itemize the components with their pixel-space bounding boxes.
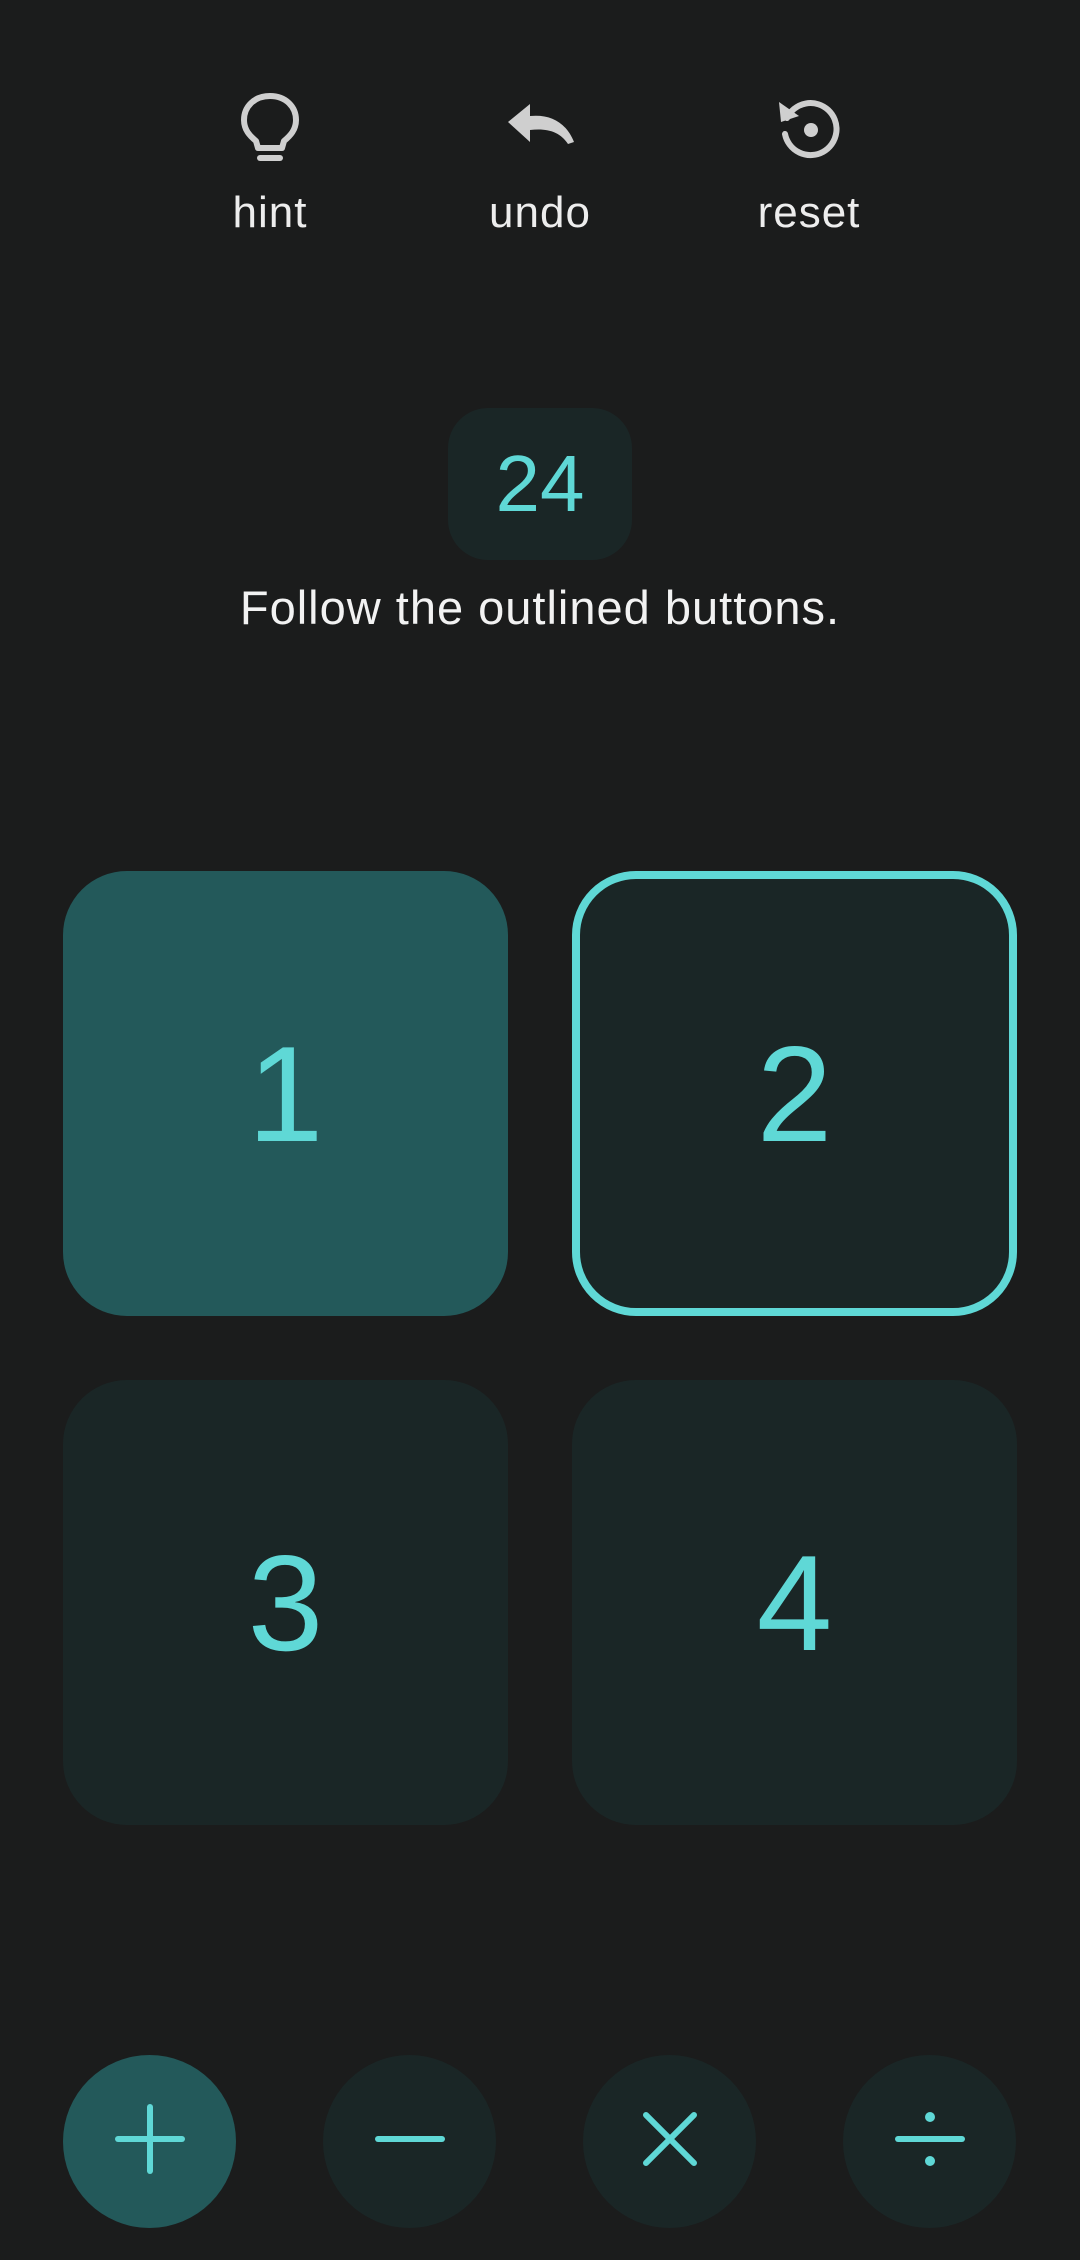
multiply-button[interactable] bbox=[583, 2055, 756, 2228]
number-tile-3[interactable]: 3 bbox=[63, 1380, 508, 1825]
multiply-icon bbox=[634, 2103, 706, 2180]
undo-label: undo bbox=[489, 188, 591, 237]
reset-label: reset bbox=[757, 188, 861, 237]
reset-button[interactable]: reset bbox=[709, 90, 909, 270]
target-value: 24 bbox=[448, 408, 632, 560]
reset-icon bbox=[771, 90, 847, 166]
number-tile-4[interactable]: 4 bbox=[572, 1380, 1017, 1825]
plus-icon bbox=[114, 2103, 186, 2180]
hint-button[interactable]: hint bbox=[170, 90, 370, 270]
number-tile-2[interactable]: 2 bbox=[572, 871, 1017, 1316]
lightbulb-icon bbox=[232, 90, 308, 166]
undo-icon bbox=[502, 90, 578, 166]
undo-button[interactable]: undo bbox=[440, 90, 640, 270]
number-tile-1[interactable]: 1 bbox=[63, 871, 508, 1316]
hint-label: hint bbox=[232, 188, 308, 237]
divide-icon bbox=[894, 2103, 966, 2180]
divide-button[interactable] bbox=[843, 2055, 1016, 2228]
subtract-button[interactable] bbox=[323, 2055, 496, 2228]
instruction-text: Follow the outlined buttons. bbox=[239, 581, 841, 634]
minus-icon bbox=[374, 2103, 446, 2180]
add-button[interactable] bbox=[63, 2055, 236, 2228]
